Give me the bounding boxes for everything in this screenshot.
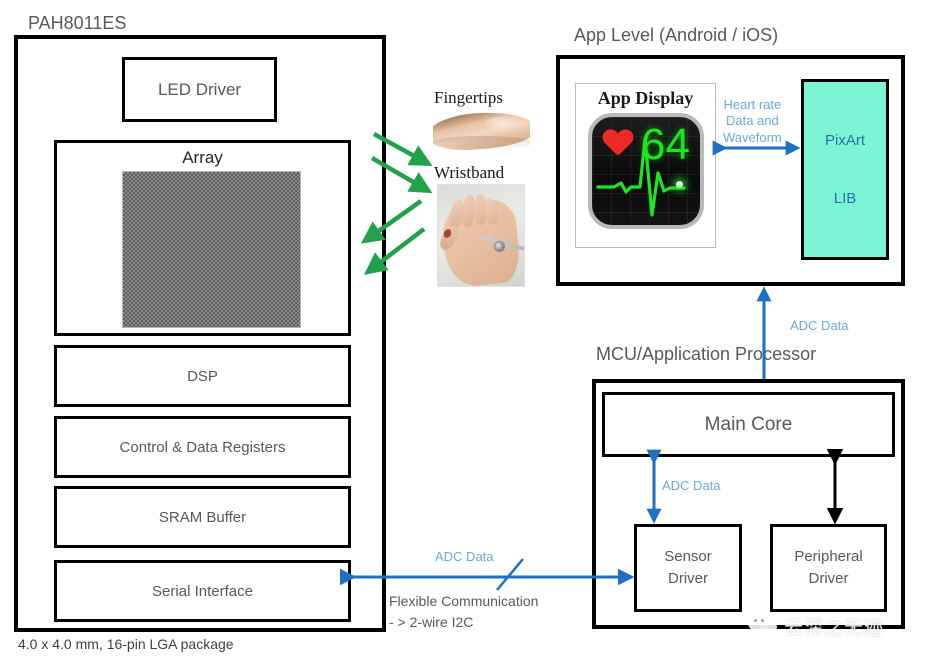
block-pixart-lib[interactable]: PixArt LIB bbox=[801, 79, 889, 260]
block-peripheral-driver[interactable]: Peripheral Driver bbox=[770, 524, 887, 612]
ecg-pulse-dot bbox=[676, 181, 683, 188]
watermark: 云深之无迹 bbox=[748, 604, 923, 648]
wristband-photo bbox=[437, 184, 525, 287]
app-display-title: App Display bbox=[597, 88, 694, 108]
app-level-title: App Level (Android / iOS) bbox=[574, 25, 779, 45]
pixart-lib-suffix: LIB bbox=[833, 189, 857, 207]
comm-line-1: Flexible Communication bbox=[389, 593, 539, 609]
block-sensor-driver[interactable]: Sensor Driver bbox=[634, 524, 742, 612]
watermark-text: 云深之无迹 bbox=[784, 617, 885, 639]
bus-slash bbox=[496, 558, 524, 591]
fingertips-label: Fingertips bbox=[434, 88, 503, 107]
package-note: 4.0 x 4.0 mm, 16-pin LGA package bbox=[18, 636, 234, 652]
peripheral-driver-line1: Peripheral bbox=[794, 548, 863, 566]
wristband-label: Wristband bbox=[434, 163, 505, 182]
sensor-driver-line2: Driver bbox=[668, 570, 708, 587]
block-main-core[interactable]: Main Core bbox=[602, 392, 895, 457]
pixart-lib-name: PixArt bbox=[824, 132, 865, 150]
adc-data-label-bus: ADC Data bbox=[435, 549, 494, 564]
sensor-driver-line1: Sensor bbox=[664, 548, 712, 566]
peripheral-driver-line2: Driver bbox=[808, 570, 849, 587]
block-serial-interface[interactable]: Serial Interface bbox=[54, 560, 351, 622]
fingertip-photo bbox=[433, 110, 530, 152]
ecg-waveform-icon bbox=[596, 137, 686, 217]
heart-rate-flow-label: Heart rate Data and Waveform bbox=[723, 97, 782, 145]
block-sram-buffer[interactable]: SRAM Buffer bbox=[54, 486, 351, 548]
block-dsp[interactable]: DSP bbox=[54, 345, 351, 407]
diagram-canvas: PAH8011ES LED Driver Array DSP Control &… bbox=[0, 0, 930, 665]
flexible-communication-note: Flexible Communication - > 2-wire I2C bbox=[389, 591, 538, 633]
comm-line-2: - > 2-wire I2C bbox=[389, 614, 474, 630]
block-led-driver[interactable]: LED Driver bbox=[122, 57, 277, 122]
chip-title: PAH8011ES bbox=[28, 13, 127, 33]
photodiode-array-pattern bbox=[122, 171, 301, 328]
block-control-data-registers[interactable]: Control & Data Registers bbox=[54, 416, 351, 478]
adc-data-label-mcu: ADC Data bbox=[662, 478, 721, 493]
heart-rate-app-icon[interactable]: 64 bbox=[588, 113, 704, 229]
block-array-label: Array bbox=[182, 148, 223, 167]
adc-data-label-uplink: ADC Data bbox=[790, 318, 849, 333]
mcu-title: MCU/Application Processor bbox=[596, 344, 817, 364]
wechat-icon bbox=[748, 613, 778, 639]
